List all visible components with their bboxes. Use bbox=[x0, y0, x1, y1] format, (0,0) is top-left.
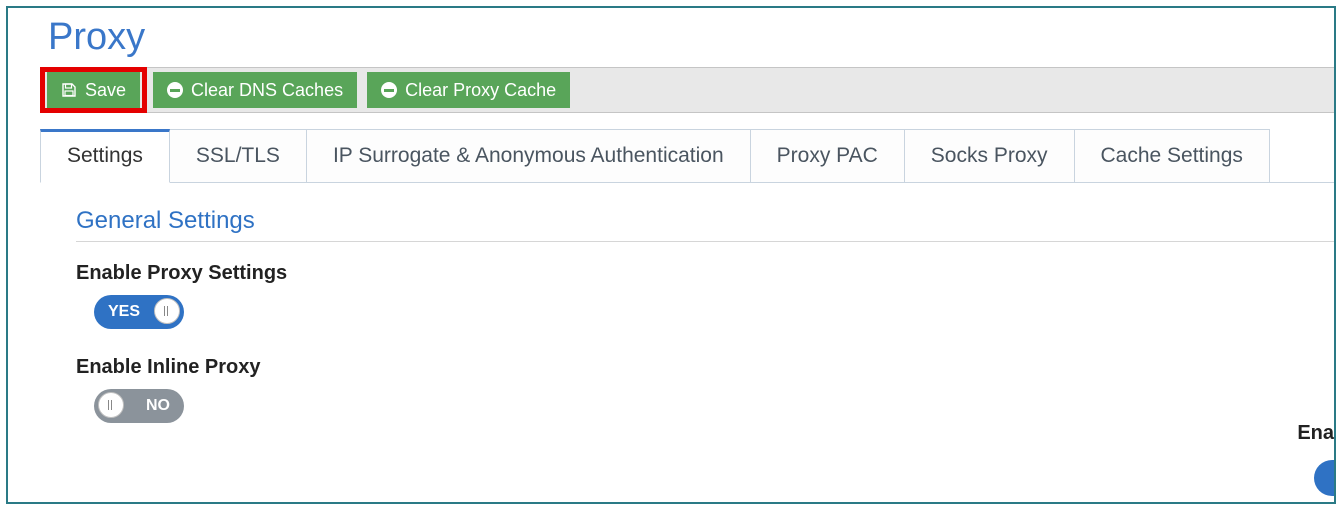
tab-label: IP Surrogate & Anonymous Authentication bbox=[333, 144, 724, 167]
clear-proxy-label: Clear Proxy Cache bbox=[405, 80, 556, 101]
setting-enable-inline: Enable Inline Proxy NO bbox=[76, 356, 1334, 428]
minus-circle-icon bbox=[381, 82, 397, 98]
tab-settings[interactable]: Settings bbox=[40, 129, 170, 183]
section-title: General Settings bbox=[76, 207, 1334, 242]
tab-content: General Settings Enable Proxy Settings Y… bbox=[8, 183, 1334, 428]
tab-label: Proxy PAC bbox=[777, 144, 878, 167]
tabs: Settings SSL/TLS IP Surrogate & Anonymou… bbox=[40, 129, 1334, 183]
enable-inline-toggle[interactable]: NO bbox=[94, 389, 184, 423]
toolbar: Save Clear DNS Caches Clear Proxy Cache bbox=[40, 67, 1334, 113]
tab-label: Settings bbox=[67, 144, 143, 167]
clear-dns-caches-button[interactable]: Clear DNS Caches bbox=[153, 72, 357, 108]
tab-label: SSL/TLS bbox=[196, 144, 280, 167]
page-title: Proxy bbox=[8, 8, 1334, 67]
tab-ip-surrogate[interactable]: IP Surrogate & Anonymous Authentication bbox=[306, 129, 751, 182]
setting-label: Enable Inline Proxy bbox=[76, 356, 1334, 379]
enable-proxy-toggle[interactable]: YES bbox=[94, 295, 184, 329]
tab-label: Cache Settings bbox=[1101, 144, 1243, 167]
tab-ssl-tls[interactable]: SSL/TLS bbox=[169, 129, 307, 182]
save-button-label: Save bbox=[85, 80, 126, 101]
setting-label: Enable Proxy Settings bbox=[76, 262, 1334, 285]
proxy-page-frame: Proxy Save Clear DNS Caches Clear Proxy … bbox=[6, 6, 1336, 504]
partial-setting-label: Ena bbox=[1297, 422, 1334, 445]
minus-circle-icon bbox=[167, 82, 183, 98]
toggle-knob-icon bbox=[154, 298, 180, 324]
toggle-knob-icon bbox=[98, 392, 124, 418]
save-icon bbox=[61, 82, 77, 98]
tab-proxy-pac[interactable]: Proxy PAC bbox=[750, 129, 905, 182]
tab-socks-proxy[interactable]: Socks Proxy bbox=[904, 129, 1075, 182]
partial-toggle[interactable] bbox=[1314, 460, 1334, 496]
save-button[interactable]: Save bbox=[47, 72, 140, 108]
setting-enable-proxy: Enable Proxy Settings YES bbox=[76, 262, 1334, 334]
toggle-value: YES bbox=[108, 303, 140, 321]
tab-label: Socks Proxy bbox=[931, 144, 1048, 167]
tab-cache-settings[interactable]: Cache Settings bbox=[1074, 129, 1270, 182]
toggle-value: NO bbox=[146, 397, 170, 415]
clear-proxy-cache-button[interactable]: Clear Proxy Cache bbox=[367, 72, 570, 108]
clear-dns-label: Clear DNS Caches bbox=[191, 80, 343, 101]
save-button-highlight: Save bbox=[40, 67, 147, 113]
